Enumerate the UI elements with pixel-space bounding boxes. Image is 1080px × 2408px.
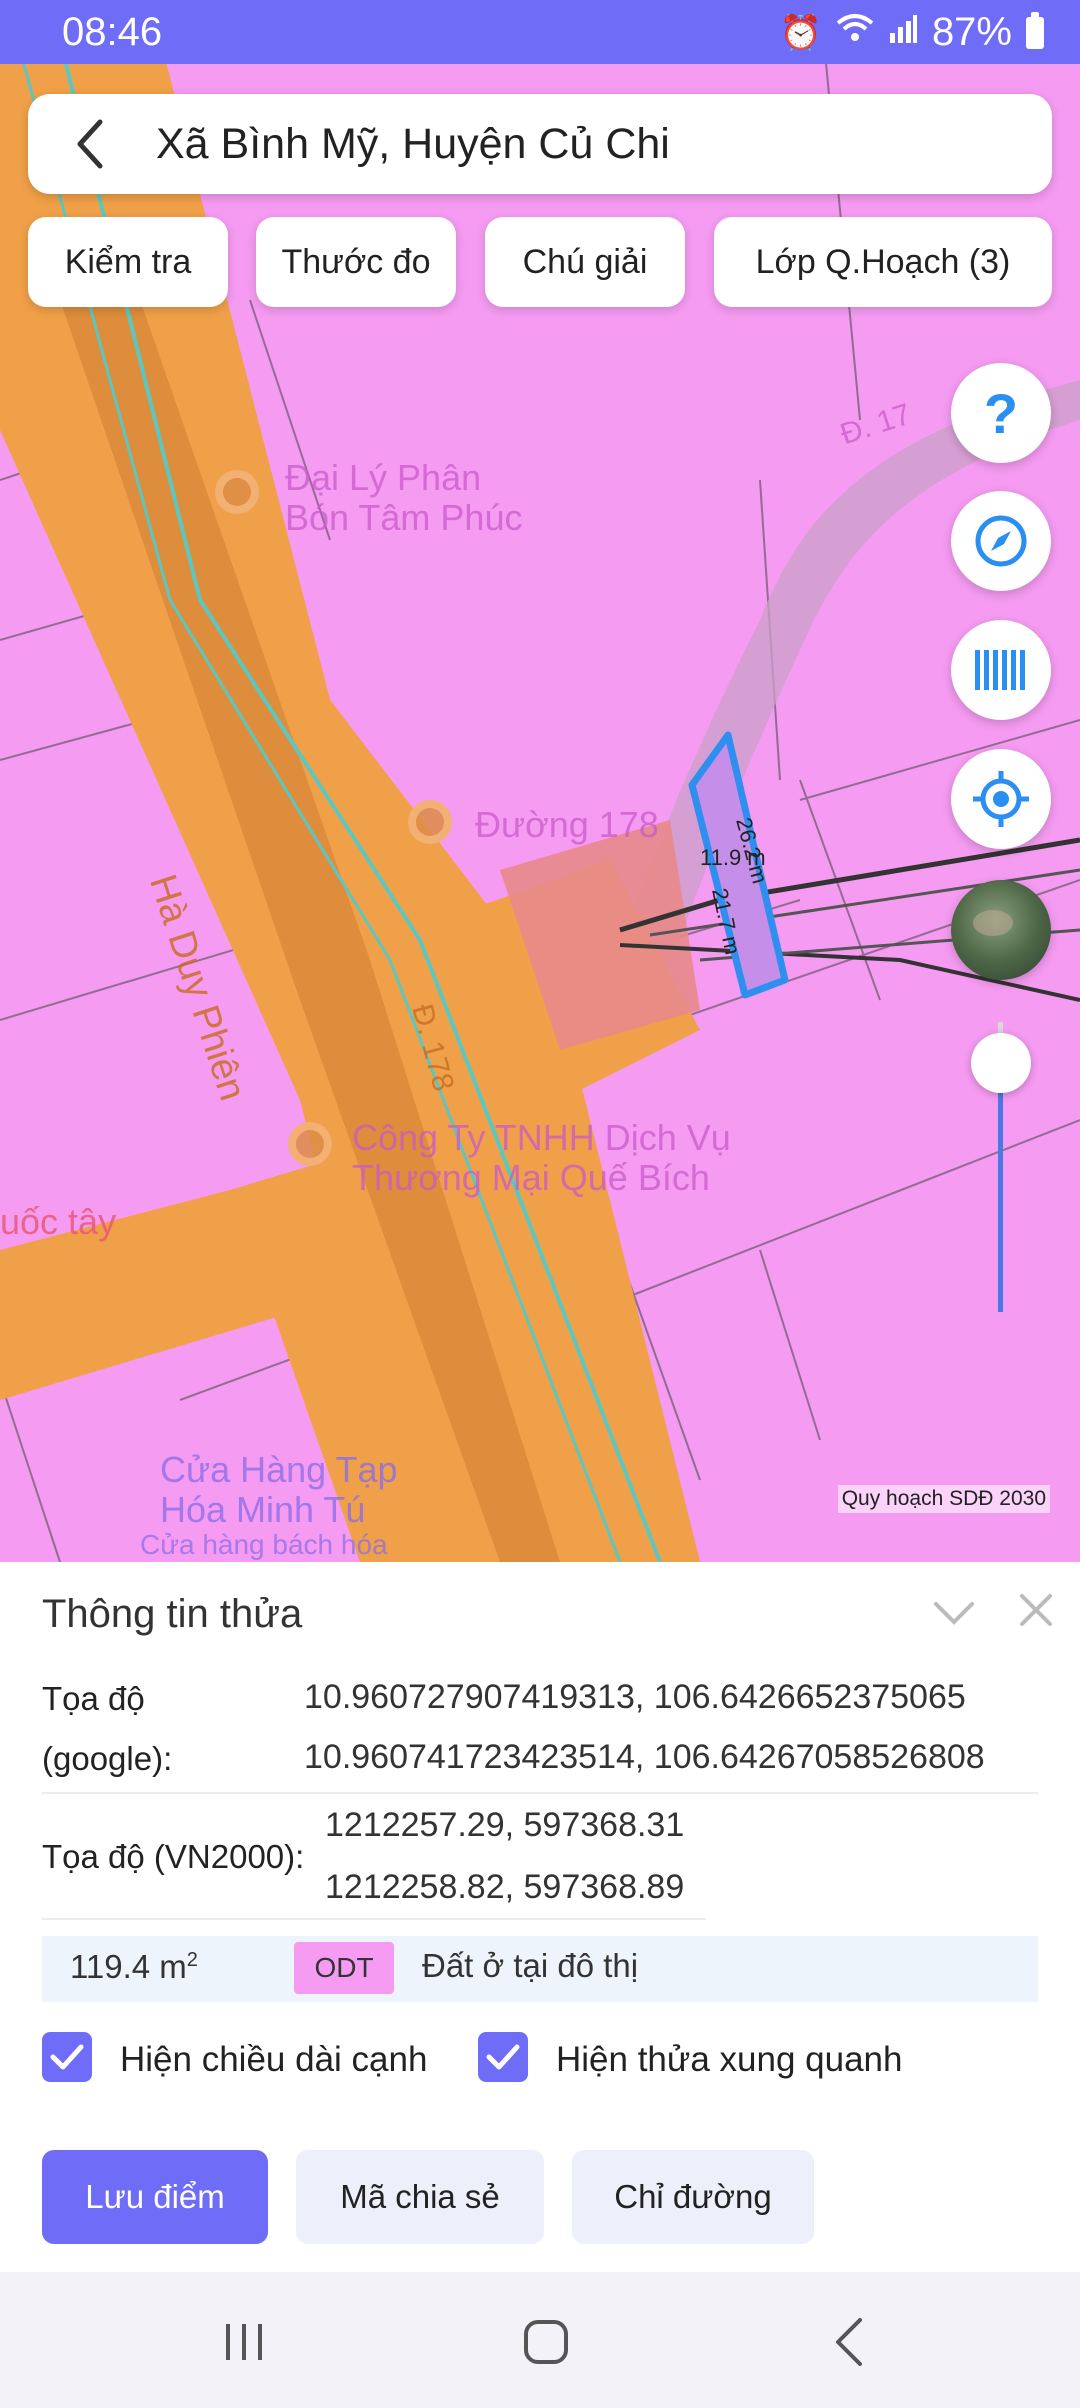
vn2000-coords-value-2: 1212258.82, 597368.89 <box>325 1868 685 1906</box>
barcode-button[interactable] <box>951 620 1051 720</box>
show-neighbors-label[interactable]: Hiện thửa xung quanh <box>556 2040 902 2080</box>
vn2000-coords-label: Tọa độ (VN2000): <box>42 1838 305 1875</box>
compass-button[interactable] <box>951 491 1051 591</box>
checkmark-icon <box>486 2044 520 2070</box>
poi-marker[interactable] <box>288 1122 332 1166</box>
google-coords-label-line1: Tọa độ <box>42 1680 145 1717</box>
legend-button[interactable]: Chú giải <box>485 217 685 307</box>
location-title: Xã Bình Mỹ, Huyện Củ Chi <box>156 120 670 168</box>
planning-layers-button[interactable]: Lớp Q.Hoạch (3) <box>714 217 1052 307</box>
land-code-badge: ODT <box>294 1942 394 1994</box>
battery-icon <box>1026 11 1044 49</box>
recent-apps-icon[interactable] <box>214 2312 274 2372</box>
show-edges-label[interactable]: Hiện chiều dài cạnh <box>120 2040 427 2080</box>
status-time: 08:46 <box>62 10 163 54</box>
question-icon: ? <box>983 381 1019 445</box>
poi-marker[interactable] <box>408 800 452 844</box>
location-header[interactable]: Xã Bình Mỹ, Huyện Củ Chi <box>28 94 1052 194</box>
poi-label-bach-hoa: Cửa hàng bách hóa <box>140 1529 388 1560</box>
battery-percent: 87% <box>931 10 1012 54</box>
status-bar: 08:46 ⏰ 87% <box>0 0 1080 64</box>
directions-button[interactable]: Chỉ đường <box>572 2150 814 2244</box>
poi-label-cong-ty: Công Ty TNHH Dịch Vụ Thương Mại Quế Bích <box>352 1117 731 1198</box>
zoom-slider-thumb[interactable] <box>971 1032 1031 1093</box>
compass-icon <box>975 515 1027 567</box>
signal-icon <box>888 13 918 52</box>
satellite-toggle-button[interactable] <box>951 880 1051 980</box>
show-edges-checkbox[interactable] <box>42 2032 92 2082</box>
chevron-left-icon[interactable] <box>64 116 120 172</box>
ruler-button[interactable]: Thước đo <box>256 217 456 307</box>
poi-label-dai-ly: Đại Lý Phân Bón Tâm Phúc <box>285 457 523 538</box>
wifi-icon <box>836 13 874 52</box>
locate-button[interactable] <box>951 749 1051 849</box>
land-use-description: Đất ở tại đô thị <box>422 1947 639 1984</box>
land-use-row: 119.4 m2 ODT Đất ở tại đô thị <box>42 1936 1038 2002</box>
street-label-duong-178: Đường 178 <box>475 804 659 845</box>
alarm-icon: ⏰ <box>779 13 822 52</box>
vn2000-coords-value-1: 1212257.29, 597368.31 <box>325 1806 685 1844</box>
map-caption: Quy hoạch SDĐ 2030 <box>837 1485 1050 1513</box>
home-icon[interactable] <box>516 2312 576 2372</box>
back-icon[interactable] <box>820 2312 880 2372</box>
divider <box>42 1918 706 1920</box>
google-coords-value-1: 10.960727907419313, 106.6426652375065 <box>304 1678 966 1716</box>
system-nav-bar <box>0 2272 1080 2408</box>
check-button[interactable]: Kiểm tra <box>28 217 228 307</box>
sheet-title: Thông tin thửa <box>42 1592 303 1636</box>
checkmark-icon <box>50 2044 84 2070</box>
show-neighbors-checkbox[interactable] <box>478 2032 528 2082</box>
save-point-button[interactable]: Lưu điểm <box>42 2150 268 2244</box>
poi-label-nha-thuoc: uốc tây <box>0 1201 117 1242</box>
close-icon[interactable] <box>1016 1590 1056 1630</box>
poi-marker[interactable] <box>215 470 259 514</box>
poi-label-cua-hang: Cửa Hàng Tạp Hóa Minh Tú <box>160 1449 398 1530</box>
parcel-edge-short-label: 11.9 m <box>700 845 766 870</box>
parcel-area: 119.4 m2 <box>70 1948 198 1985</box>
share-code-button[interactable]: Mã chia sẻ <box>296 2150 544 2244</box>
google-coords-label-line2: (google): <box>42 1740 173 1777</box>
help-button[interactable]: ? <box>951 363 1051 463</box>
divider <box>42 1792 1038 1794</box>
chevron-down-icon[interactable] <box>932 1600 976 1628</box>
barcode-icon <box>975 650 1025 690</box>
locate-icon <box>973 771 1029 827</box>
google-coords-value-2: 10.960741723423514, 106.64267058526808 <box>304 1738 985 1776</box>
